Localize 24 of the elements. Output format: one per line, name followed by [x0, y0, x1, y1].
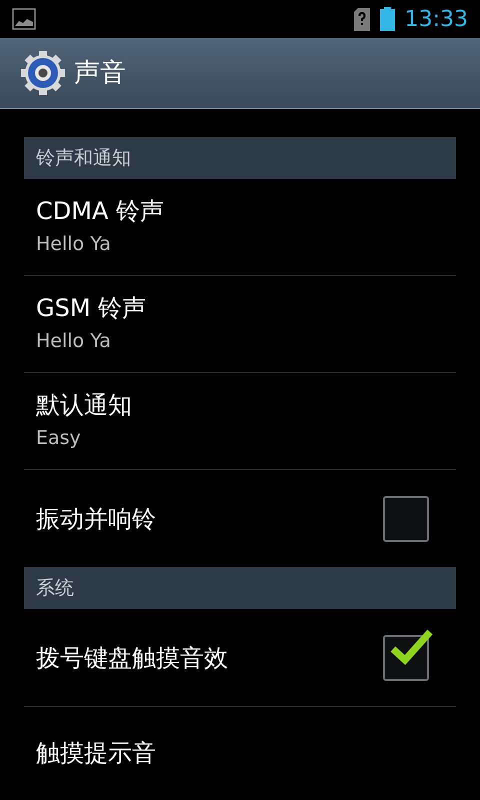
setting-row[interactable]: GSM 铃声 Hello Ya — [24, 276, 456, 373]
setting-row[interactable]: 默认通知 Easy — [24, 373, 456, 470]
setting-title: CDMA 铃声 — [36, 196, 165, 226]
setting-summary: Hello Ya — [36, 328, 112, 354]
battery-icon — [380, 7, 395, 31]
status-time: 13:33 — [404, 6, 468, 34]
setting-summary: Easy — [36, 426, 82, 451]
section-header: 系统 — [24, 567, 456, 609]
setting-row[interactable]: CDMA 铃声 Hello Ya — [24, 179, 456, 276]
setting-title: 触摸提示音 — [36, 738, 156, 768]
section-header: 铃声和通知 — [24, 137, 456, 179]
sim-card-icon — [354, 8, 370, 30]
setting-title: GSM 铃声 — [36, 292, 148, 323]
gear-icon — [20, 50, 66, 96]
setting-row[interactable]: 振动并响铃 — [24, 470, 456, 567]
setting-row[interactable]: 拨号键盘触摸音效 — [24, 609, 456, 707]
setting-row[interactable]: 触摸提示音 — [24, 707, 456, 799]
setting-title: 振动并响铃 — [36, 504, 156, 534]
checkbox[interactable] — [383, 496, 429, 542]
picture-icon — [12, 8, 36, 30]
setting-title: 拨号键盘触摸音效 — [36, 642, 228, 672]
screen-title: 声音 — [74, 56, 126, 90]
setting-summary: Hello Ya — [36, 232, 112, 257]
setting-title: 默认通知 — [36, 390, 133, 420]
